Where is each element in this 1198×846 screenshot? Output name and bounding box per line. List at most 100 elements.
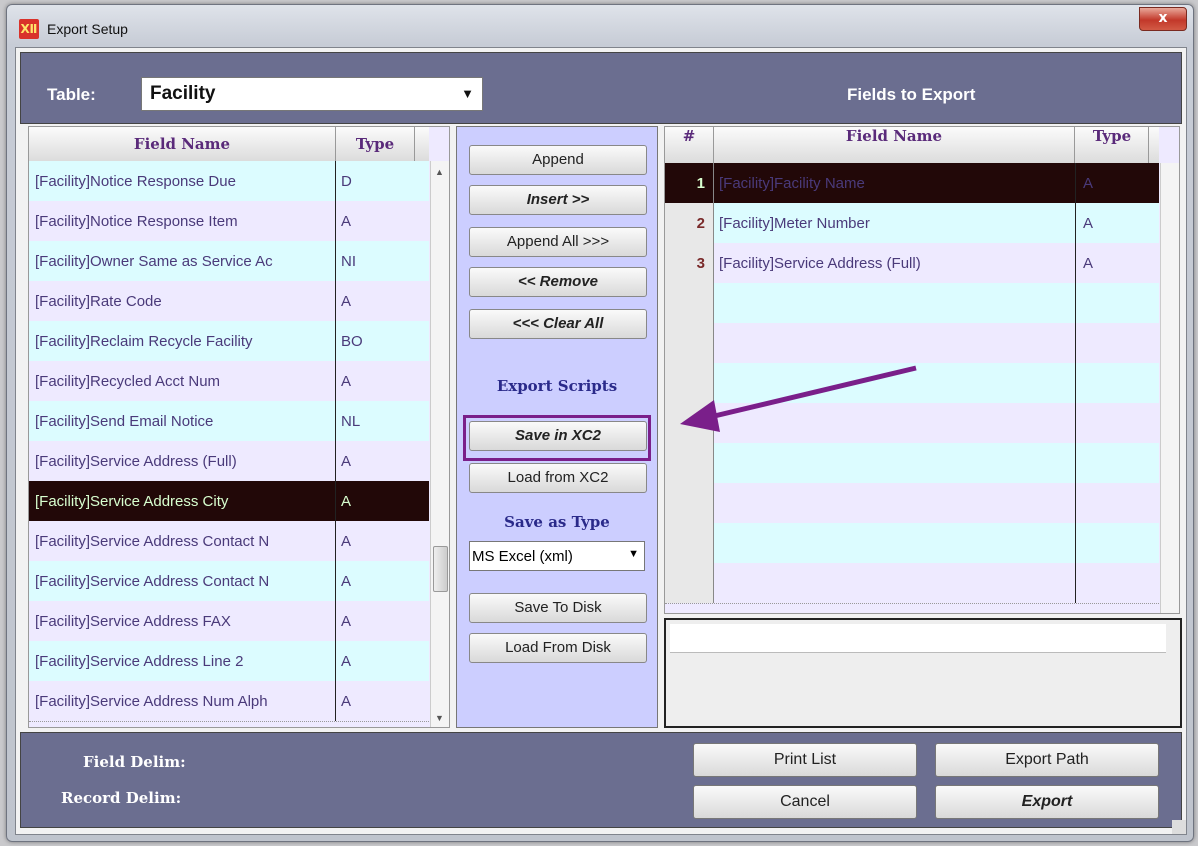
table-header-bar: Table: Facility ▼ Fields to Export — [20, 52, 1182, 124]
row-number: 3 — [696, 255, 705, 272]
row-number-cell: 1 — [665, 163, 714, 203]
clear-all-button[interactable]: <<< Clear All — [469, 309, 647, 339]
annotation-arrow — [680, 365, 917, 432]
table-row[interactable]: [Facility]Send Email Notice NL — [29, 401, 429, 442]
table-row[interactable]: [Facility]Service Address (Full) A — [29, 441, 429, 482]
field-type-cell: A — [341, 653, 352, 670]
available-fields-header: Field Name Type — [29, 127, 429, 162]
table-row[interactable]: [Facility]Notice Response Due D — [29, 161, 429, 202]
chevron-down-icon: ▼ — [461, 86, 474, 101]
column-header-number[interactable]: # — [665, 127, 714, 163]
field-type-cell: A — [341, 373, 352, 390]
table-row[interactable] — [665, 563, 1159, 604]
fields-to-export-header: # Field Name Type — [665, 127, 1159, 164]
field-type-cell: D — [341, 173, 352, 190]
insert-button[interactable]: Insert >> — [469, 185, 647, 215]
field-type-cell: A — [341, 453, 352, 470]
append-all-button[interactable]: Append All >>> — [469, 227, 647, 257]
field-name-cell: [Facility]Reclaim Recycle Facility — [35, 333, 253, 350]
scroll-thumb[interactable] — [433, 546, 448, 592]
save-as-type-heading: Save as Type — [504, 513, 610, 531]
field-name-cell: [Facility]Recycled Acct Num — [35, 373, 221, 390]
load-from-xc2-button[interactable]: Load from XC2 — [469, 463, 647, 493]
export-path-button[interactable]: Export Path — [935, 743, 1159, 777]
resize-grip-icon[interactable] — [1172, 820, 1186, 834]
table-row[interactable]: [Facility]Service Address Num Alph A — [29, 681, 429, 722]
save-as-type-value: MS Excel (xml) — [472, 548, 573, 565]
app-logo-icon: Ⅻ — [19, 19, 39, 39]
column-divider — [335, 401, 336, 441]
field-type-cell: A — [341, 533, 352, 550]
fields-to-export-title: Fields to Export — [847, 85, 976, 104]
save-as-type-dropdown[interactable]: MS Excel (xml) ▼ — [469, 541, 645, 571]
column-divider — [1075, 363, 1076, 403]
row-number-cell: 2 — [665, 203, 714, 243]
field-type-cell: A — [341, 613, 352, 630]
table-row[interactable]: [Facility]Owner Same as Service Ac NI — [29, 241, 429, 282]
close-button[interactable]: x — [1139, 7, 1187, 31]
table-row[interactable]: [Facility]Service Address Contact N A — [29, 521, 429, 562]
print-list-button[interactable]: Print List — [693, 743, 917, 777]
window-title: Export Setup — [47, 21, 128, 37]
load-from-disk-button[interactable]: Load From Disk — [469, 633, 647, 663]
table-row[interactable]: [Facility]Reclaim Recycle Facility BO — [29, 321, 429, 362]
field-type-cell: A — [341, 493, 352, 510]
description-box[interactable] — [664, 618, 1182, 728]
column-header-type[interactable]: Type — [336, 127, 415, 161]
field-type-cell: A — [341, 693, 352, 710]
table-row[interactable]: [Facility]Service Address City A — [29, 481, 429, 522]
column-divider — [1075, 403, 1076, 443]
export-scripts-heading: Export Scripts — [496, 377, 618, 395]
actions-panel: Append Insert >> Append All >>> << Remov… — [456, 126, 658, 728]
table-row[interactable]: [Facility]Rate Code A — [29, 281, 429, 322]
column-header-field-name[interactable]: Field Name — [714, 127, 1075, 163]
append-button[interactable]: Append — [469, 145, 647, 175]
table-row[interactable]: 1 [Facility]Facility Name A — [665, 163, 1159, 204]
client-area: Table: Facility ▼ Fields to Export Field… — [15, 47, 1187, 835]
table-row[interactable]: [Facility]Service Address Contact N A — [29, 561, 429, 602]
remove-button[interactable]: << Remove — [469, 267, 647, 297]
row-number-cell — [665, 523, 714, 563]
record-delim-label: Record Delim: — [61, 789, 182, 807]
column-header-field-name[interactable]: Field Name — [29, 127, 336, 161]
save-in-xc2-button[interactable]: Save in XC2 — [469, 421, 647, 451]
field-type-cell: A — [341, 573, 352, 590]
table-row[interactable]: [Facility]Recycled Acct Num A — [29, 361, 429, 402]
column-header-type[interactable]: Type — [1076, 127, 1149, 163]
table-row[interactable]: [Facility]Service Address FAX A — [29, 601, 429, 642]
field-type-cell: A — [1083, 255, 1094, 272]
table-row[interactable]: 2 [Facility]Meter Number A — [665, 203, 1159, 244]
scroll-up-icon[interactable]: ▲ — [435, 167, 444, 177]
column-divider — [335, 601, 336, 641]
field-type-cell: NL — [341, 413, 361, 430]
field-name-cell: [Facility]Owner Same as Service Ac — [35, 253, 273, 270]
cancel-button[interactable]: Cancel — [693, 785, 917, 819]
row-number-cell: 3 — [665, 243, 714, 283]
field-name-cell: [Facility]Service Address Contact N — [35, 533, 270, 550]
column-divider — [1075, 323, 1076, 363]
field-name-cell: [Facility]Notice Response Item — [35, 213, 238, 230]
footer-bar: Field Delim: Record Delim: Print List Ex… — [20, 732, 1182, 828]
chevron-down-icon: ▼ — [628, 548, 639, 560]
table-row[interactable] — [665, 283, 1159, 324]
table-dropdown[interactable]: Facility ▼ — [141, 77, 483, 111]
field-name-cell: [Facility]Service Address FAX — [35, 613, 231, 630]
table-row[interactable]: [Facility]Notice Response Item A — [29, 201, 429, 242]
save-to-disk-button[interactable]: Save To Disk — [469, 593, 647, 623]
column-divider — [335, 201, 336, 241]
row-number: 1 — [696, 175, 705, 192]
table-row[interactable]: 3 [Facility]Service Address (Full) A — [665, 243, 1159, 284]
field-type-cell: A — [341, 293, 352, 310]
scroll-down-icon[interactable]: ▼ — [435, 713, 444, 723]
table-row[interactable] — [665, 483, 1159, 524]
available-fields-scrollbar[interactable]: ▲ ▼ — [430, 161, 449, 727]
field-name-cell: [Facility]Service Address City — [35, 493, 229, 510]
export-button[interactable]: Export — [935, 785, 1159, 819]
field-name-cell: [Facility]Notice Response Due — [35, 173, 236, 190]
column-divider — [1075, 563, 1076, 603]
description-input[interactable] — [670, 624, 1166, 653]
fields-to-export-scrollbar[interactable] — [1160, 163, 1179, 613]
available-fields-table: Field Name Type [Facility]Notice Respons… — [28, 126, 450, 728]
table-row[interactable]: [Facility]Service Address Line 2 A — [29, 641, 429, 682]
table-row[interactable] — [665, 523, 1159, 564]
